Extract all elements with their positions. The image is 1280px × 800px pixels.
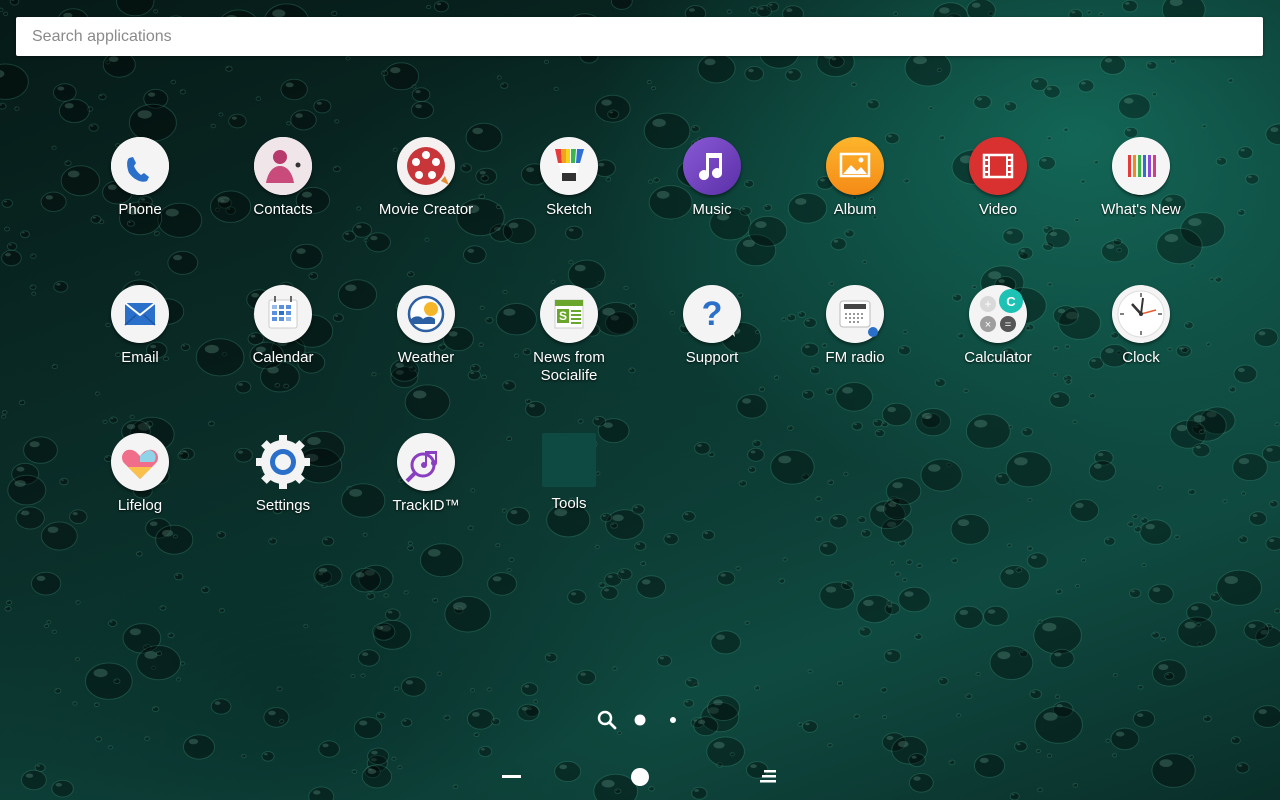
app-news-socialife[interactable]: S News from Socialife [504, 285, 634, 385]
calendar-icon [254, 285, 312, 343]
trackid-icon [397, 433, 455, 491]
folder-icon [542, 433, 596, 487]
clock-icon [1112, 285, 1170, 343]
app-settings[interactable]: Settings [218, 433, 348, 515]
app-label: Clock [1122, 349, 1160, 366]
app-label: Weather [397, 349, 455, 366]
search-icon[interactable] [597, 710, 617, 730]
lifelog-icon [111, 433, 169, 491]
app-label: Phone [118, 201, 162, 218]
app-label: Calculator [964, 349, 1032, 366]
app-label: FM radio [825, 349, 885, 366]
app-calculator[interactable]: + × = C Calculator [933, 285, 1063, 367]
whats-new-icon [1112, 137, 1170, 195]
email-icon [111, 285, 169, 343]
app-label: Music [692, 201, 732, 218]
home-icon[interactable] [631, 768, 649, 786]
calculator-icon: + × = C [969, 285, 1027, 343]
contacts-icon [254, 137, 312, 195]
app-weather[interactable]: Weather [361, 285, 491, 367]
app-music[interactable]: Music [647, 137, 777, 219]
app-tools-folder[interactable]: Tools [504, 433, 634, 513]
page-indicator [0, 708, 1280, 732]
app-label: Email [121, 349, 159, 366]
navigation-bar [0, 762, 1280, 792]
app-label: Lifelog [117, 497, 163, 514]
weather-icon [397, 285, 455, 343]
app-lifelog[interactable]: Lifelog [75, 433, 205, 515]
svg-text:?: ? [702, 295, 723, 333]
fm-radio-icon [826, 285, 884, 343]
movie-creator-icon [397, 137, 455, 195]
app-label: Album [833, 201, 877, 218]
svg-text:+: + [984, 297, 991, 311]
sketch-icon [540, 137, 598, 195]
settings-icon [254, 433, 312, 491]
socialife-icon: S [540, 285, 598, 343]
app-contacts[interactable]: Contacts [218, 137, 348, 219]
app-label: Movie Creator [378, 201, 474, 218]
app-whats-new[interactable]: What's New [1076, 137, 1206, 219]
support-icon: ? [683, 285, 741, 343]
app-label: Tools [551, 495, 587, 512]
app-album[interactable]: Album [790, 137, 920, 219]
app-label: News from Socialife [533, 349, 605, 384]
app-label: TrackID™ [392, 497, 460, 514]
app-phone[interactable]: Phone [75, 137, 205, 219]
app-sketch[interactable]: Sketch [504, 137, 634, 219]
app-label: Sketch [546, 201, 592, 218]
app-label: Calendar [252, 349, 314, 366]
app-calendar[interactable]: Calendar [218, 285, 348, 367]
app-label: Support [685, 349, 739, 366]
svg-text:S: S [559, 309, 567, 323]
back-icon[interactable] [502, 775, 521, 778]
app-label: Settings [255, 497, 311, 514]
recents-icon[interactable] [760, 770, 776, 783]
app-grid: Phone Contacts Movie Creator Sketch Musi… [0, 0, 1280, 800]
page-dot-current[interactable] [634, 714, 646, 726]
app-movie-creator[interactable]: Movie Creator [361, 137, 491, 219]
svg-text:=: = [1005, 319, 1011, 331]
phone-icon [111, 137, 169, 195]
page-dot[interactable] [670, 717, 676, 723]
app-video[interactable]: Video [933, 137, 1063, 219]
app-support[interactable]: ? Support [647, 285, 777, 367]
app-email[interactable]: Email [75, 285, 205, 367]
app-label: What's New [1101, 201, 1181, 218]
svg-text:C: C [1006, 294, 1016, 309]
video-icon [969, 137, 1027, 195]
app-fm-radio[interactable]: FM radio [790, 285, 920, 367]
music-icon [683, 137, 741, 195]
app-label: Contacts [253, 201, 313, 218]
app-clock[interactable]: Clock [1076, 285, 1206, 367]
svg-text:×: × [985, 319, 991, 331]
app-label: Video [978, 201, 1018, 218]
app-trackid[interactable]: TrackID™ [361, 433, 491, 515]
album-icon [826, 137, 884, 195]
